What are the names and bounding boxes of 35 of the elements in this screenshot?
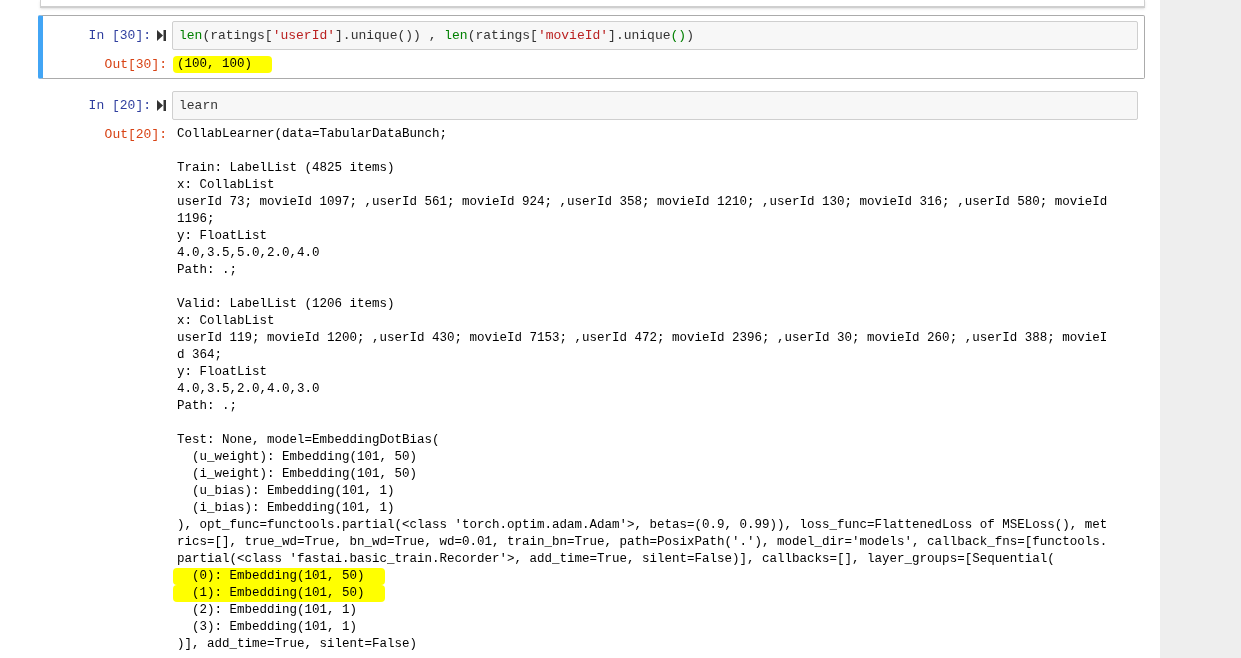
output-line: (u_bias): Embedding(101, 1) (191, 483, 395, 500)
output-line: y: FloatList (177, 228, 267, 245)
output-line: Train: LabelList (4825 items) (177, 160, 395, 177)
output-line: Path: .; (177, 262, 237, 279)
run-icon[interactable] (157, 30, 166, 41)
output-line: 4.0,3.5,2.0,4.0,3.0 (177, 381, 320, 398)
output-line: y: FloatList (177, 364, 267, 381)
input-prompt: In [30]: (87, 27, 151, 44)
output-line: (3): Embedding(101, 1) (191, 619, 358, 636)
output-line: ), opt_func=functools.partial(<class 'torch.optim.adam.Adam'>, betas=(0.9, 0.99)), loss_func=FlattenedLoss of MSELoss(), met (177, 517, 1108, 534)
output-line: Valid: LabelList (1206 items) (177, 296, 395, 313)
output-prompt: Out[30]: (103, 56, 168, 73)
output-line: 4.0,3.5,5.0,2.0,4.0 (177, 245, 320, 262)
output-line: x: CollabList (177, 313, 275, 330)
output-line: Test: None, model=EmbeddingDotBias( (177, 432, 440, 449)
code-input[interactable]: learn (172, 91, 1138, 120)
output-line: 1196; (177, 211, 215, 228)
run-icon[interactable] (157, 100, 166, 111)
output-line: x: CollabList (177, 177, 275, 194)
output-line: (i_bias): Embedding(101, 1) (191, 500, 395, 517)
notebook-cell[interactable]: In [30]: len(ratings['userId'].unique()) , len(ratings['movieId'].unique()) Out[30]: (100, 100) (38, 15, 1145, 79)
code-input[interactable]: len(ratings['userId'].unique()) , len(ratings['movieId'].unique()) (172, 21, 1138, 50)
output-line: (i_weight): Embedding(101, 50) (191, 466, 418, 483)
output-line: rics=[], true_wd=True, bn_wd=True, wd=0.01, train_bn=True, path=PosixPath('.'), model_dir='models', callback_fns=[functools. (177, 534, 1108, 551)
input-prompt: In [20]: (87, 97, 151, 114)
output-line: CollabLearner(data=TabularDataBunch; (177, 126, 448, 143)
output-line: partial(<class 'fastai.basic_train.Recorder'>, add_time=True, silent=False)], callbacks=[], layer_groups=[Sequential( (177, 551, 1055, 568)
output-line: d 364; (177, 347, 222, 364)
output-line: userId 119; movieId 1200; ,userId 430; movieId 7153; ,userId 472; movieId 2396; ,userId 30; movieId 260; ,userId 388; movieI (177, 330, 1108, 347)
output-line: Path: .; (177, 398, 237, 415)
output-line: (2): Embedding(101, 1) (191, 602, 358, 619)
output-prompt: Out[20]: (103, 126, 168, 143)
output-line: (u_weight): Embedding(101, 50) (191, 449, 418, 466)
output-line: )], add_time=True, silent=False) (177, 636, 418, 653)
output-line: userId 73; movieId 1097; ,userId 561; movieId 924; ,userId 358; movieId 1210; ,userId 130; movieId 316; ,userId 580; movieId (177, 194, 1108, 211)
